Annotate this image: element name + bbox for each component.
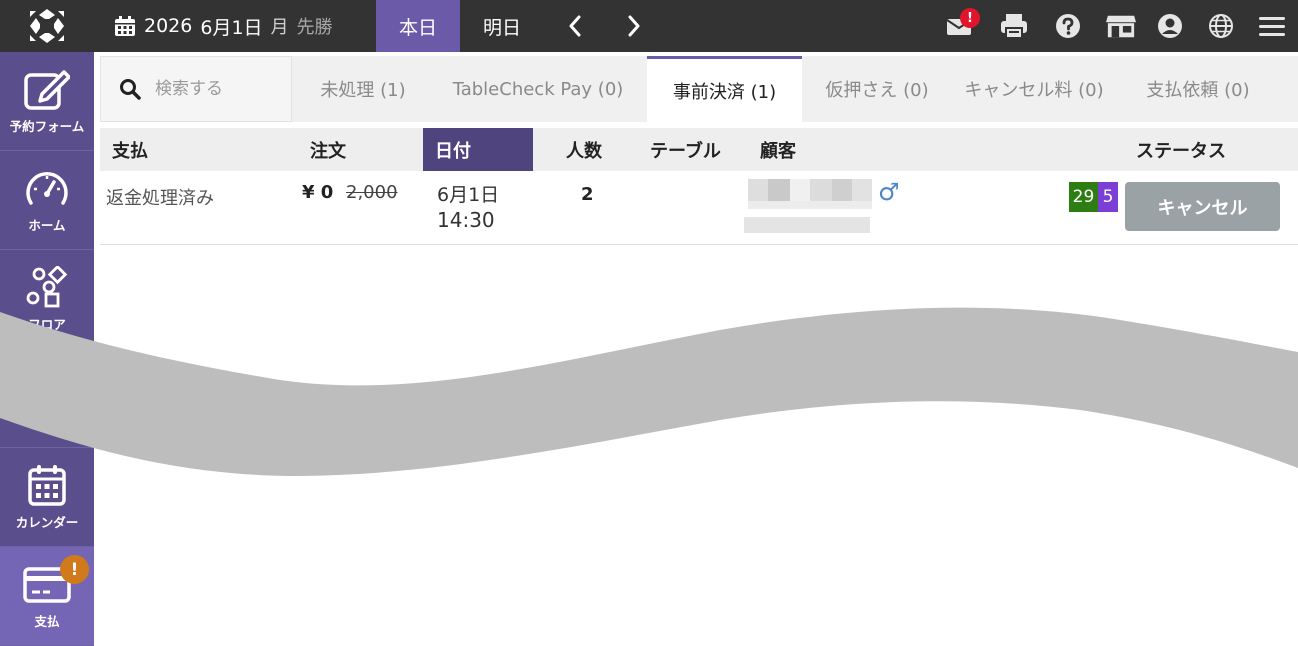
chevron-left-icon — [569, 15, 581, 37]
weekday-text: 月 — [270, 17, 289, 38]
printer-icon — [1001, 14, 1027, 39]
order-amount: ¥ 0 — [302, 182, 334, 203]
user-circle-icon — [1158, 14, 1182, 38]
logo-icon — [30, 9, 64, 43]
print-button[interactable] — [999, 11, 1029, 41]
users-icon — [30, 369, 64, 405]
party-size: 2 — [581, 184, 594, 205]
column-header-order[interactable]: 注文 — [310, 128, 346, 171]
mail-alert-badge: ! — [960, 8, 980, 28]
shapes-icon — [26, 266, 68, 308]
tab-payment-request[interactable]: 支払依頼 (0) — [1120, 56, 1276, 122]
payment-alert-badge: ! — [60, 555, 89, 584]
sidebar-item-label: 予約フォーム — [9, 119, 85, 134]
help-button[interactable] — [1053, 11, 1083, 41]
column-header-status[interactable]: ステータス — [1136, 128, 1226, 171]
globe-icon — [1209, 14, 1233, 38]
sidebar-item-label: 顧客 — [34, 416, 60, 431]
payment-status-text: 返金処理済み — [106, 188, 214, 209]
column-header-payment[interactable]: 支払 — [112, 128, 148, 171]
search-input[interactable] — [155, 79, 285, 99]
tag-count-badge: 5 — [1098, 182, 1118, 212]
app-logo[interactable] — [0, 0, 94, 52]
sidebar-item-label: カレンダー — [15, 515, 79, 530]
reservation-time: 14:30 — [437, 208, 495, 232]
date-display[interactable]: 2026 6月1日 月 先勝 — [114, 0, 333, 52]
table-header: 支払 注文 日付 人数 テーブル 顧客 ステータス — [100, 128, 1298, 171]
reservation-date: 6月1日 — [437, 184, 500, 206]
sidebar-item-label: フロア — [28, 317, 66, 332]
search-icon — [120, 79, 141, 100]
search-box[interactable] — [100, 56, 292, 122]
sidebar-item-label: ホーム — [28, 218, 66, 233]
sidebar-item-payment[interactable]: 支払 ! — [0, 547, 94, 646]
column-header-party-size[interactable]: 人数 — [566, 128, 602, 171]
tab-cancellation-fee[interactable]: キャンセル料 (0) — [948, 56, 1120, 122]
column-header-table[interactable]: テーブル — [650, 128, 721, 171]
tomorrow-button[interactable]: 明日 — [460, 0, 544, 52]
sidebar-item-customers[interactable]: 顧客 — [0, 349, 94, 448]
sidebar-item-home[interactable]: ホーム — [0, 151, 94, 250]
table-row[interactable]: 返金処理済み ¥ 0 2,000 6月1日 14:30 2 ♂ 29 5 キャン… — [100, 171, 1298, 245]
tab-prepaid[interactable]: 事前決済 (1) — [647, 56, 802, 122]
rokuyo-text: 先勝 — [296, 17, 333, 38]
menu-button[interactable] — [1257, 11, 1287, 41]
chevron-right-icon — [628, 15, 640, 37]
tabs-bar: 未処理 (1) TableCheck Pay (0) 事前決済 (1) 仮押さえ… — [100, 56, 1298, 122]
edit-icon — [24, 70, 70, 110]
sidebar-item-reservation-form[interactable]: 予約フォーム — [0, 52, 94, 151]
tab-unprocessed[interactable]: 未処理 (1) — [296, 56, 430, 122]
next-day-button[interactable] — [620, 12, 648, 40]
dashboard-icon — [26, 172, 68, 205]
today-button[interactable]: 本日 — [376, 0, 460, 52]
tab-tablecheck-pay[interactable]: TableCheck Pay (0) — [430, 56, 646, 122]
help-icon — [1056, 14, 1080, 38]
sidebar: 予約フォーム ホーム フロア 顧客 カレンダー 支払 ! — [0, 52, 94, 646]
mail-button[interactable]: ! — [944, 8, 980, 41]
sidebar-item-label: 支払 — [34, 614, 60, 629]
store-icon — [1106, 15, 1136, 38]
prev-day-button[interactable] — [561, 12, 589, 40]
hamburger-menu-icon — [1259, 17, 1285, 36]
column-header-date[interactable]: 日付 — [423, 128, 533, 171]
top-bar: 2026 6月1日 月 先勝 本日 明日 ! — [0, 0, 1298, 52]
tab-provisional[interactable]: 仮押さえ (0) — [806, 56, 948, 122]
date-text: 6月1日 — [200, 16, 263, 39]
order-original-amount: 2,000 — [346, 182, 398, 203]
account-button[interactable] — [1155, 11, 1185, 41]
visit-count-badge: 29 — [1069, 182, 1098, 212]
column-header-customer[interactable]: 顧客 — [760, 128, 796, 171]
language-button[interactable] — [1206, 11, 1236, 41]
store-button[interactable] — [1106, 11, 1136, 41]
sidebar-item-calendar[interactable]: カレンダー — [0, 448, 94, 547]
cancel-status-button[interactable]: キャンセル — [1125, 182, 1280, 231]
calendar-icon — [28, 465, 66, 506]
calendar-icon — [115, 16, 135, 36]
male-gender-icon: ♂ — [878, 178, 900, 206]
sidebar-item-floor[interactable]: フロア — [0, 250, 94, 349]
year-text: 2026 — [144, 15, 193, 37]
